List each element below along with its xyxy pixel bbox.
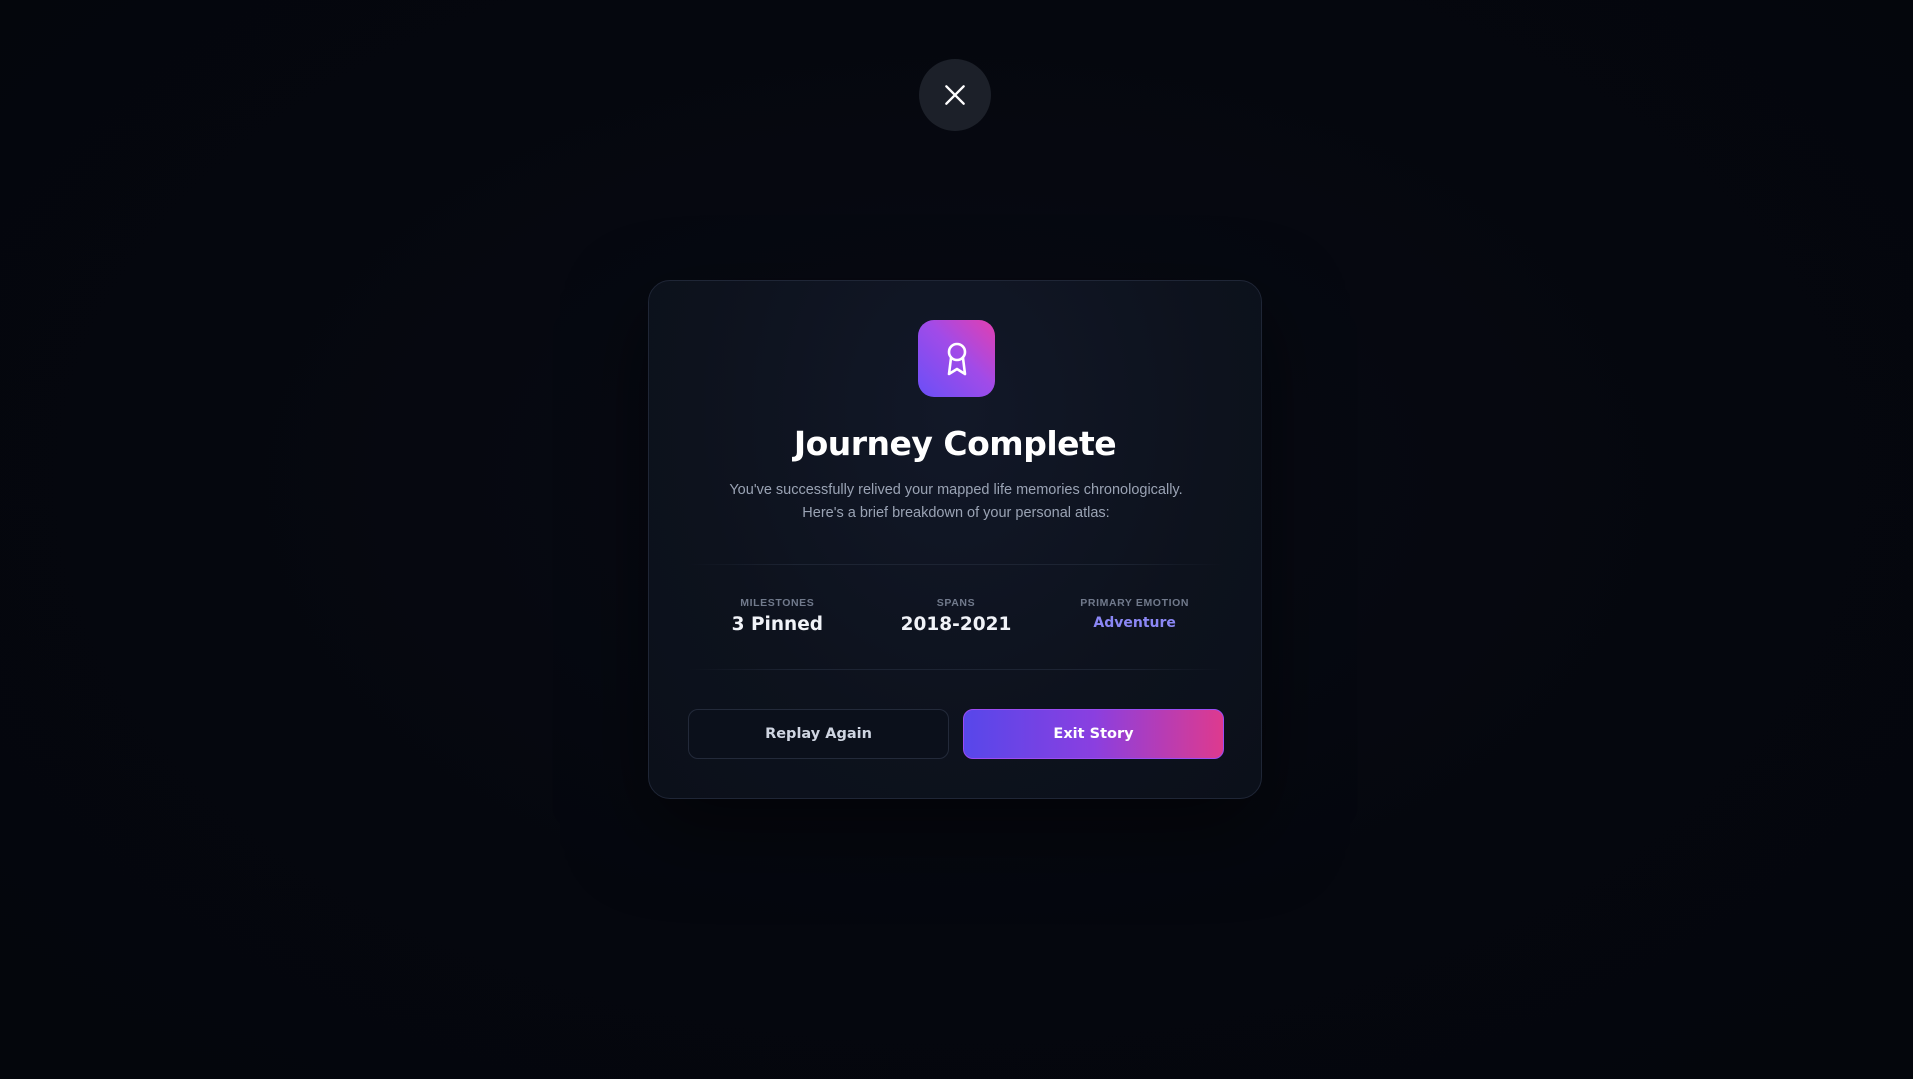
stat-value: 3 Pinned xyxy=(731,614,823,635)
stat-value: 2018-2021 xyxy=(900,614,1012,635)
stat-label: SPANS xyxy=(936,597,976,609)
stat-primary-emotion: PRIMARY EMOTION Adventure xyxy=(1045,581,1224,661)
replay-again-button[interactable]: Replay Again xyxy=(688,709,949,759)
divider xyxy=(688,564,1224,565)
stat-label: PRIMARY EMOTION xyxy=(1080,597,1190,609)
divider xyxy=(688,669,1224,670)
award-badge xyxy=(918,320,995,397)
close-button[interactable] xyxy=(919,59,991,131)
story-complete-screen: Journey Complete You've successfully rel… xyxy=(0,0,1913,1079)
dialog-title: Journey Complete xyxy=(793,424,1117,463)
journey-complete-dialog: Journey Complete You've successfully rel… xyxy=(648,280,1262,799)
stat-value: Adventure xyxy=(1093,615,1176,631)
dialog-description: You've successfully relived your mapped … xyxy=(729,482,1183,521)
stat-spans: SPANS 2018-2021 xyxy=(867,581,1046,661)
stats-row: MILESTONES 3 Pinned SPANS 2018-2021 PRIM… xyxy=(688,581,1224,661)
close-icon xyxy=(945,85,965,105)
award-ribbon-icon xyxy=(947,342,966,375)
stat-milestones: MILESTONES 3 Pinned xyxy=(688,581,867,661)
stat-label: MILESTONES xyxy=(740,597,815,609)
exit-story-button[interactable]: Exit Story xyxy=(963,709,1224,759)
